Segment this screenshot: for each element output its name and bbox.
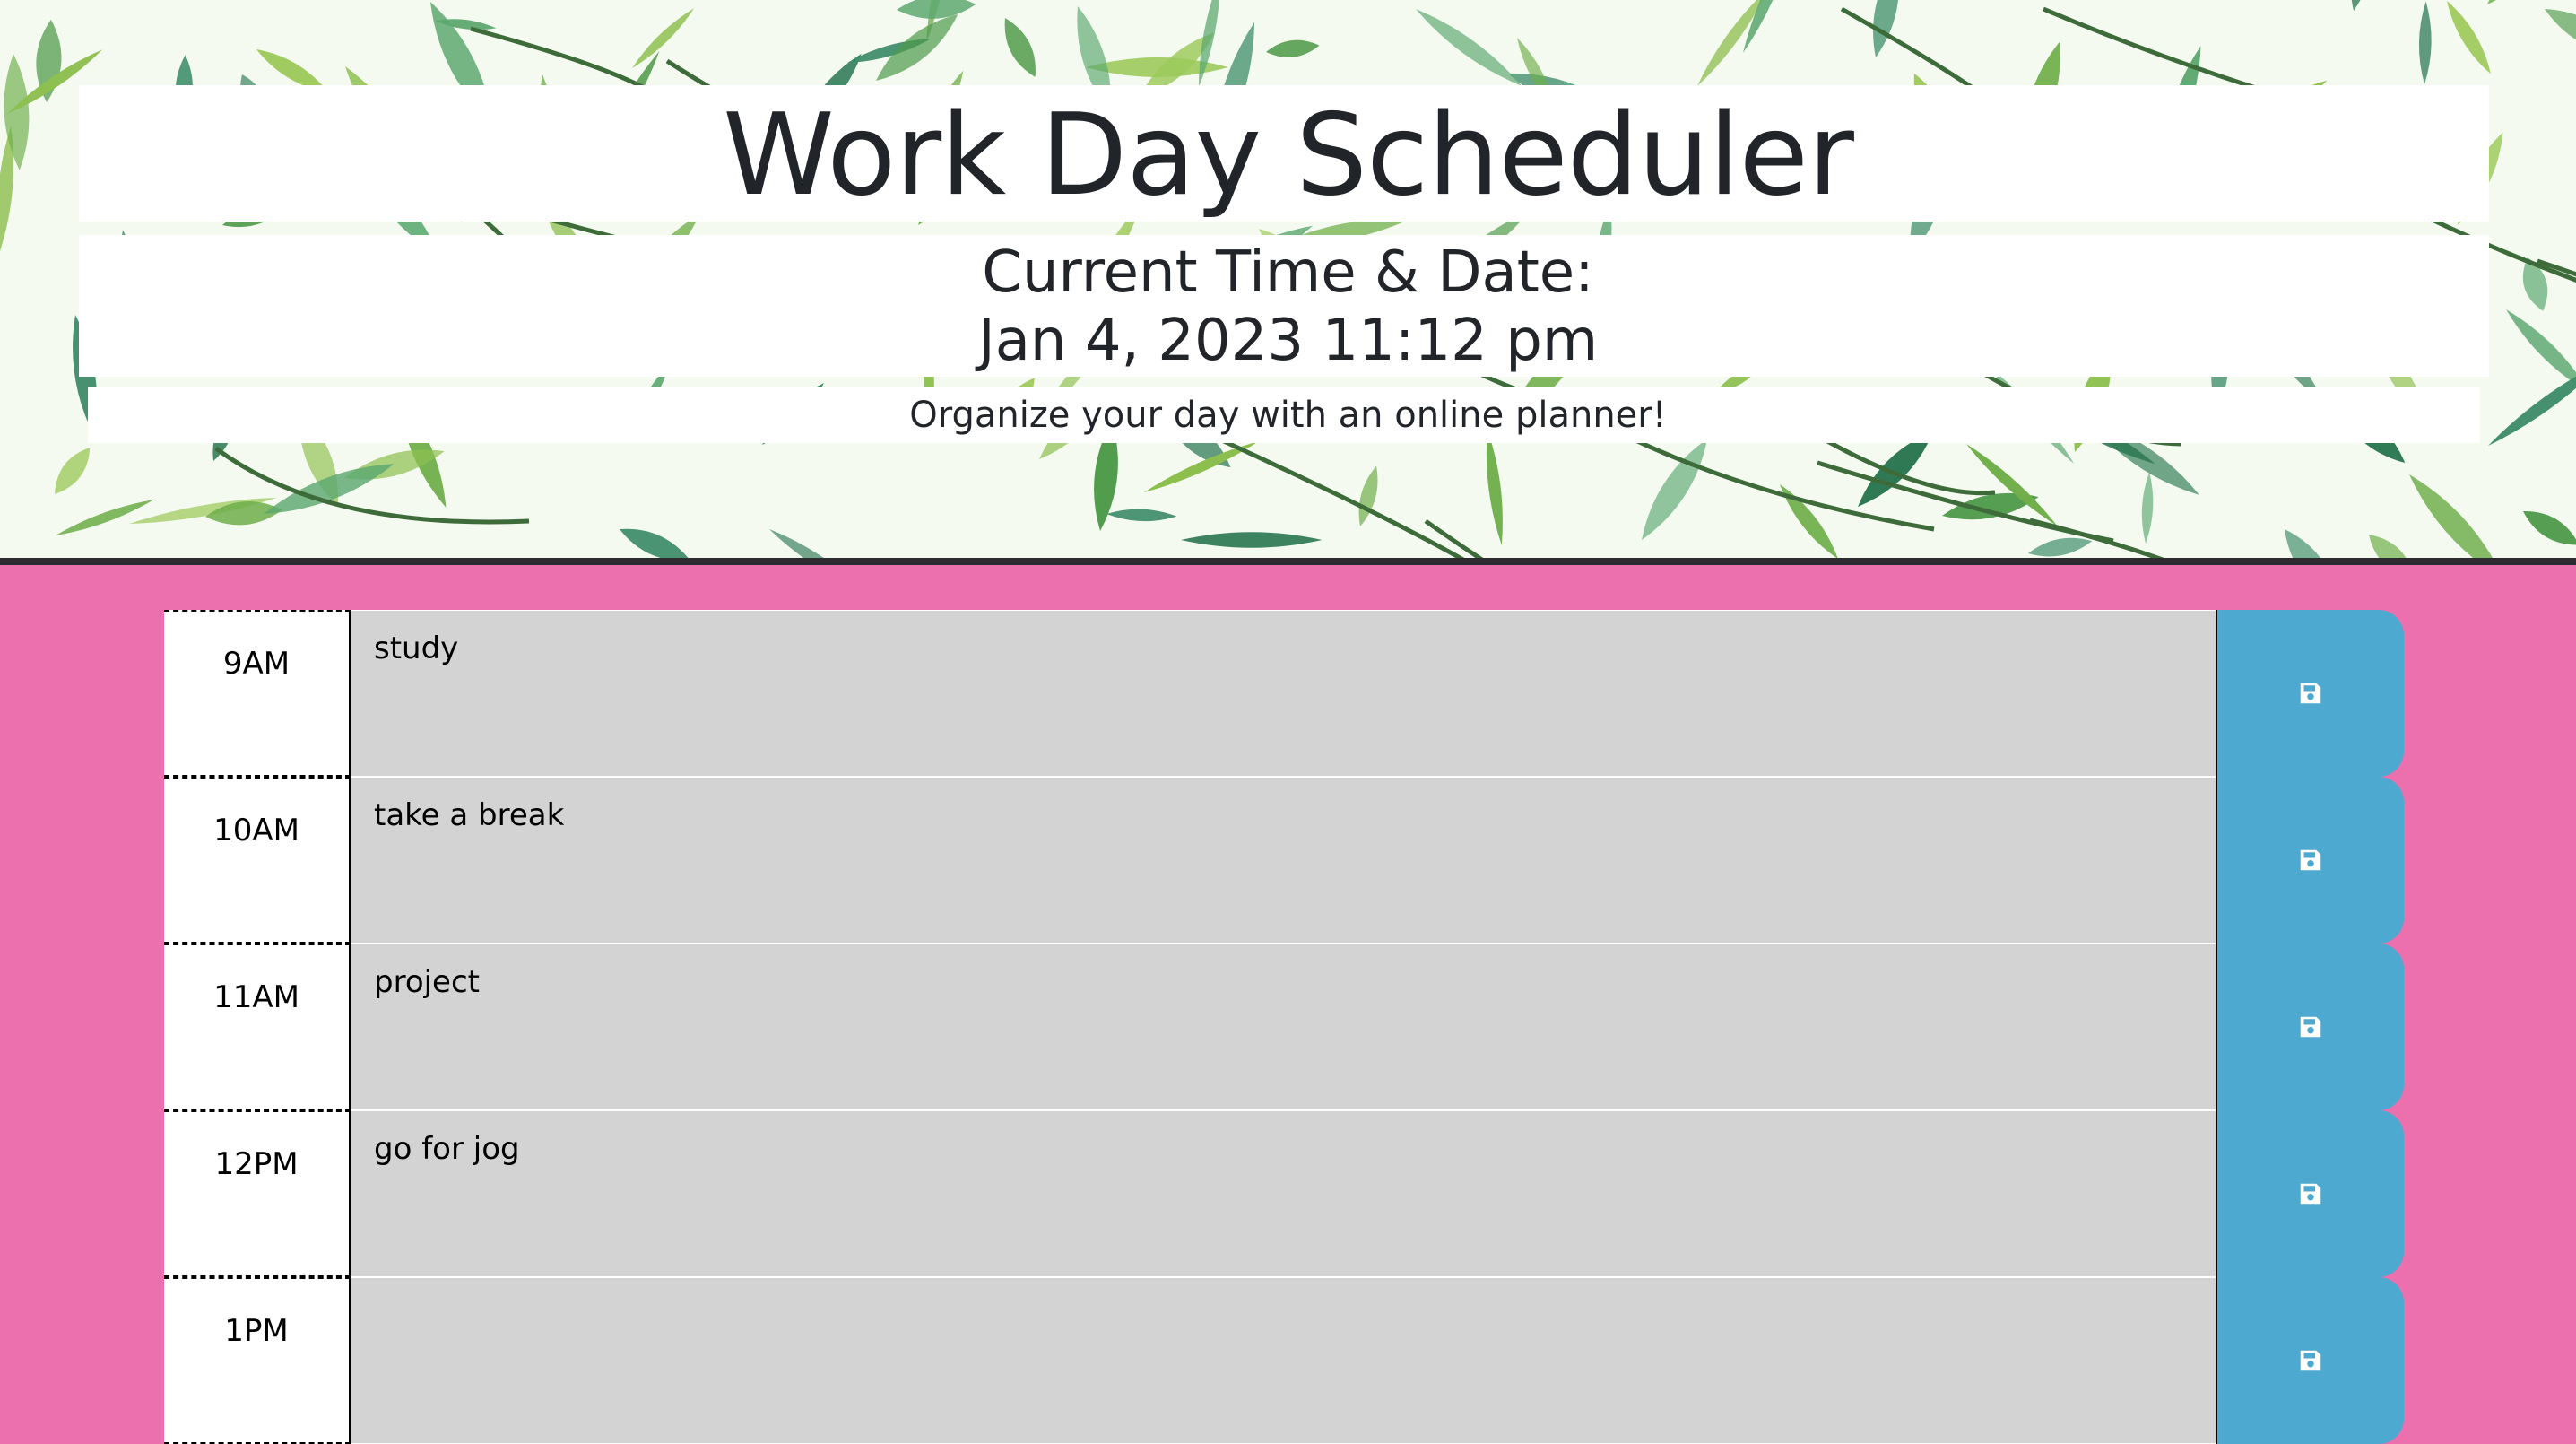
floppy-disk-icon — [2300, 849, 2321, 871]
description-textarea[interactable]: go for jog — [351, 1110, 2216, 1277]
description-textarea[interactable]: take a break — [351, 777, 2216, 944]
save-button[interactable] — [2216, 1277, 2404, 1444]
hour-label: 1PM — [164, 1277, 351, 1444]
save-button[interactable] — [2216, 944, 2404, 1110]
description-textarea[interactable]: study — [351, 610, 2216, 777]
current-time-label: Current Time & Date: — [982, 239, 1594, 306]
page-title: Work Day Scheduler — [723, 89, 1854, 221]
description-textarea[interactable]: project — [351, 944, 2216, 1110]
time-block-row: 9AM study — [164, 610, 2406, 777]
hour-label: 10AM — [164, 777, 351, 944]
time-block-row: 10AM take a break — [164, 777, 2406, 944]
schedule-container: 9AM study 10AM take a break 11AM project… — [164, 610, 2406, 1444]
time-block-row: 12PM go for jog — [164, 1110, 2406, 1277]
hour-label: 12PM — [164, 1110, 351, 1277]
current-datetime: Jan 4, 2023 11:12 pm — [977, 308, 1599, 374]
save-button[interactable] — [2216, 1110, 2404, 1277]
save-button[interactable] — [2216, 610, 2404, 777]
lead-text: Organize your day with an online planner… — [909, 395, 1667, 436]
floppy-disk-icon — [2300, 1016, 2321, 1038]
floppy-disk-icon — [2300, 1350, 2321, 1371]
floppy-disk-icon — [2300, 683, 2321, 704]
hour-label: 9AM — [164, 610, 351, 777]
floppy-disk-icon — [2300, 1183, 2321, 1205]
save-button[interactable] — [2216, 777, 2404, 944]
description-textarea[interactable] — [351, 1277, 2216, 1444]
hour-label: 11AM — [164, 944, 351, 1110]
time-block-row: 1PM — [164, 1277, 2406, 1444]
time-block-row: 11AM project — [164, 944, 2406, 1110]
hero-divider — [0, 558, 2576, 565]
